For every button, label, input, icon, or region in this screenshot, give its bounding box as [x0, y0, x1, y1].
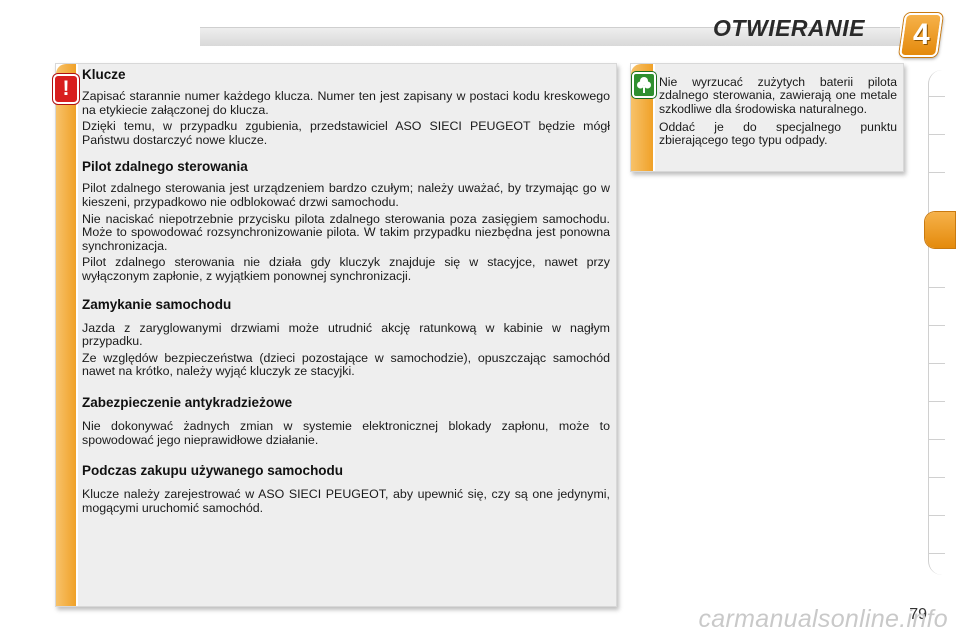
section-title-pilot: Pilot zdalnego sterowania	[82, 159, 248, 175]
main-content: Klucze Zapisać starannie numer każdego k…	[82, 66, 610, 515]
paragraph: Pilot zdalnego sterowania jest urządzeni…	[82, 181, 610, 209]
page-title: OTWIERANIE	[713, 15, 865, 41]
chapter-tab-divider	[929, 172, 945, 173]
chapter-tab-divider	[929, 401, 945, 402]
paragraph: Zapisać starannie numer każdego klucza. …	[82, 89, 610, 117]
chapter-tab-active[interactable]	[925, 212, 955, 248]
paragraph: Nie dokonywać żadnych zmian w systemie e…	[82, 418, 610, 447]
paragraph: Pilot zdalnego sterowania nie działa gdy…	[82, 255, 610, 283]
note-text: Nie wyrzucać zużytych baterii pilota zda…	[659, 75, 897, 152]
chapter-tab-divider	[929, 439, 945, 440]
section-title-klucze: Klucze	[82, 67, 126, 82]
chapter-tab-divider	[929, 325, 945, 326]
chapter-tabs-outline	[928, 70, 947, 575]
chapter-tab-divider	[929, 96, 945, 97]
chapter-number: 4	[912, 18, 930, 51]
section-title-zamykanie: Zamykanie samochodu	[82, 296, 232, 312]
chapter-tab-divider	[929, 477, 945, 478]
paragraph: Ze względów bezpieczeństwa (dzieci pozos…	[82, 350, 610, 379]
chapter-tab-divider	[929, 287, 945, 288]
section-title-zakup: Podczas zakupu używanego samochodu	[82, 463, 344, 479]
warning-icon: !	[53, 74, 79, 104]
chapter-badge: 4	[898, 13, 944, 57]
note-paragraph: Nie wyrzucać zużytych baterii pilota zda…	[659, 75, 897, 116]
paragraph: Nie naciskać niepotrzebnie przycisku pil…	[82, 211, 610, 253]
chapter-tab-divider	[929, 515, 945, 516]
chapter-tab-divider	[929, 553, 945, 554]
tree-icon	[632, 72, 656, 98]
paragraph: Dzięki temu, w przypadku zgubienia, prze…	[82, 119, 610, 147]
main-box-stripe	[56, 64, 76, 606]
chapter-tab-divider	[929, 363, 945, 364]
paragraph: Klucze należy zarejestrować w ASO SIECI …	[82, 487, 610, 515]
watermark: carmanualsonline.info	[698, 605, 948, 633]
paragraph: Jazda z zaryglowanymi drzwiami może utru…	[82, 320, 610, 349]
note-paragraph: Oddać je do specjalnego punktu zbierając…	[659, 119, 897, 148]
chapter-tab-divider	[929, 134, 945, 135]
section-title-zabezpieczenie: Zabezpieczenie antykradzieżowe	[82, 394, 293, 410]
